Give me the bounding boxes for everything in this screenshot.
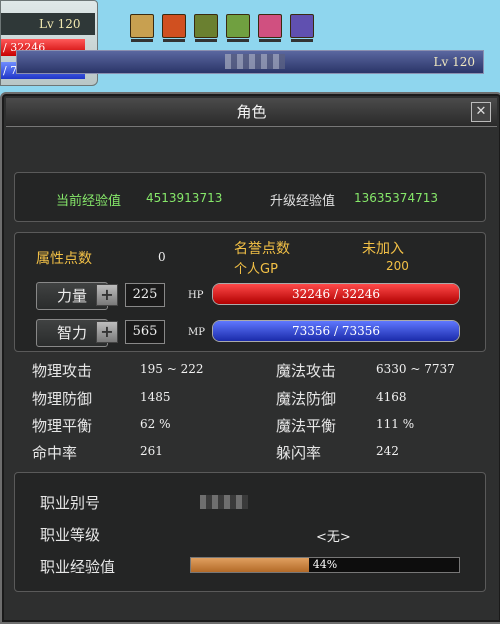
gp-value: 200: [386, 259, 409, 273]
hud-level: Lv 120: [1, 13, 95, 35]
stat-value: 62 %: [140, 417, 171, 431]
job-alias-label: 职业别号: [40, 494, 101, 512]
intelligence-plus-button[interactable]: +: [96, 321, 118, 343]
strength-value: 225: [125, 283, 165, 307]
window-title: 角色: [236, 103, 267, 121]
chest-icon[interactable]: [130, 14, 154, 42]
stat-value: 1485: [140, 390, 171, 404]
character-level: Lv 120: [433, 55, 475, 69]
heart-icon[interactable]: [258, 14, 282, 42]
job-exp-text: 44%: [312, 558, 338, 571]
job-exp-label: 职业经验值: [40, 558, 116, 576]
fire-icon[interactable]: [162, 14, 186, 42]
stat-label: 物理平衡: [32, 417, 93, 435]
stat-label: 命中率: [32, 444, 78, 462]
current-exp-value: 4513913713: [146, 191, 223, 205]
job-level-label: 职业等级: [40, 526, 101, 544]
hp-tag: HP: [188, 290, 204, 301]
sword-icon[interactable]: [194, 14, 218, 42]
buff-duration-bar: [195, 39, 217, 42]
hp-bar: 32246 / 32246: [212, 283, 460, 305]
close-button[interactable]: ✕: [471, 102, 491, 122]
hp-bar-text: 32246 / 32246: [291, 287, 381, 301]
stat-label: 物理攻击: [32, 362, 93, 380]
stat-value: 261: [140, 444, 163, 458]
mp-bar-text: 73356 / 73356: [291, 324, 381, 338]
buff-duration-bar: [131, 39, 153, 42]
stat-label: 躲闪率: [276, 444, 322, 462]
stat-value: 4168: [376, 390, 407, 404]
mp-bar: 73356 / 73356: [212, 320, 460, 342]
rune-icon[interactable]: [290, 14, 314, 42]
gp-label: 个人GP: [234, 262, 278, 277]
buff-duration-bar: [227, 39, 249, 42]
fame-value: 未加入: [362, 241, 404, 257]
lightning-icon[interactable]: [226, 14, 250, 42]
character-name-bar: Lv 120: [16, 50, 484, 74]
buff-bar: [130, 14, 314, 42]
window-titlebar[interactable]: 角色 ✕: [6, 98, 497, 127]
mp-tag: MP: [188, 327, 205, 338]
stat-label: 魔法防御: [276, 390, 337, 408]
buff-duration-bar: [291, 39, 313, 42]
buff-duration-bar: [163, 39, 185, 42]
stat-value: 6330 ~ 7737: [376, 362, 455, 376]
next-exp-label: 升级经验值: [270, 194, 336, 209]
buff-duration-bar: [259, 39, 281, 42]
character-name-blurred: [225, 54, 285, 69]
attr-points-value: 0: [158, 250, 166, 264]
current-exp-label: 当前经验值: [56, 194, 122, 209]
fame-label: 名誉点数: [234, 241, 290, 257]
job-level-value: <无>: [316, 530, 351, 545]
job-alias-blurred: [200, 495, 248, 509]
stat-value: 195 ~ 222: [140, 362, 204, 376]
attr-points-label: 属性点数: [36, 251, 92, 267]
job-exp-bar: 44%: [190, 557, 460, 573]
stat-value: 242: [376, 444, 399, 458]
stat-label: 物理防御: [32, 390, 93, 408]
strength-plus-button[interactable]: +: [96, 284, 118, 306]
intelligence-value: 565: [125, 320, 165, 344]
stat-value: 111 %: [376, 417, 415, 431]
stat-label: 魔法攻击: [276, 362, 337, 380]
next-exp-value: 13635374713: [354, 191, 438, 205]
stat-label: 魔法平衡: [276, 417, 337, 435]
